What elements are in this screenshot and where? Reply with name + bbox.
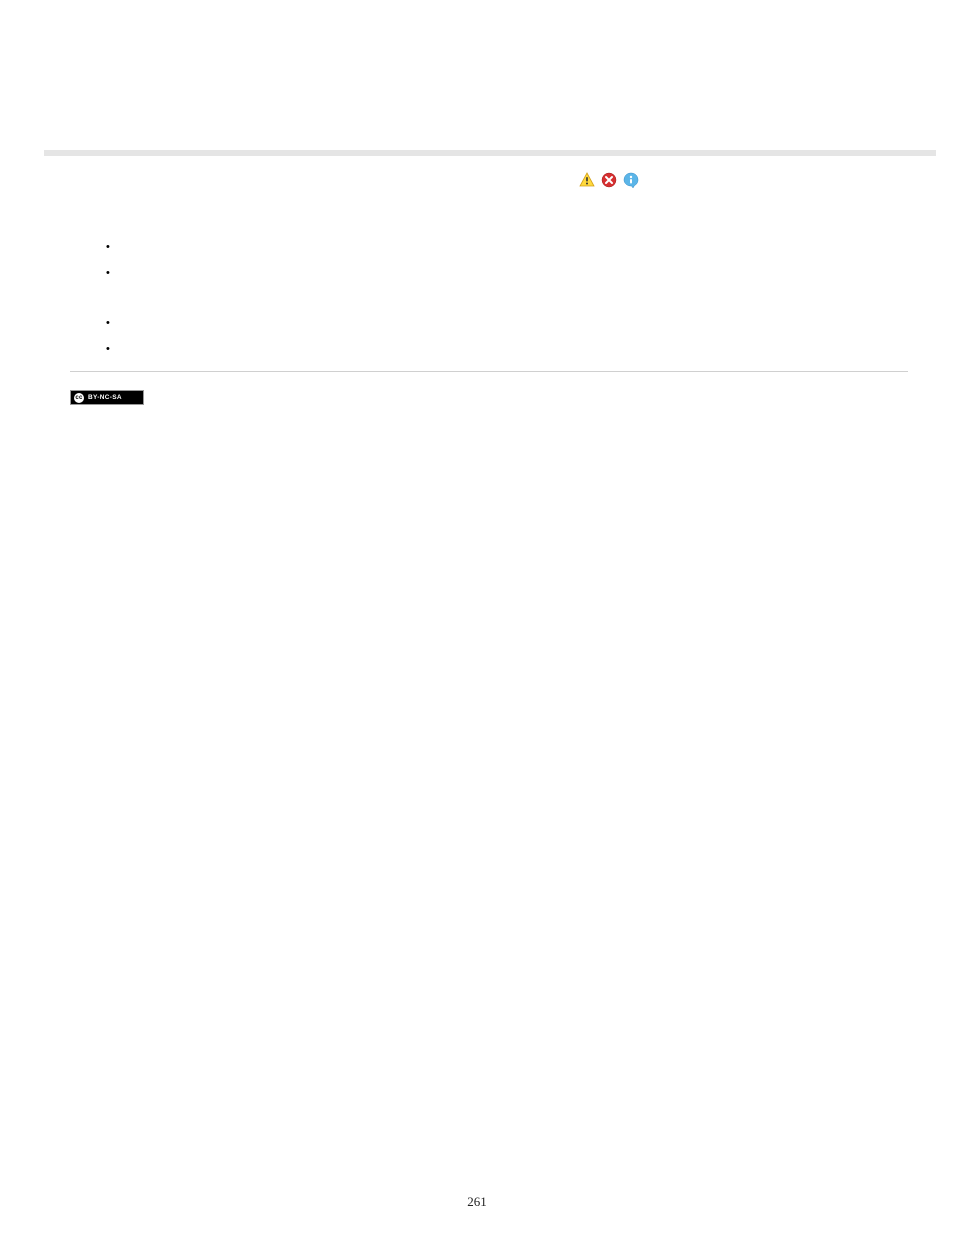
cc-license-badge: cc BY-NC-SA [70, 390, 144, 405]
list-item [106, 319, 936, 331]
info-icon [623, 172, 639, 188]
cc-logo-icon: cc [74, 393, 84, 403]
horizontal-rule [70, 371, 908, 372]
list-item [106, 243, 936, 255]
list-item [106, 269, 936, 281]
bullet-list-section [106, 243, 936, 357]
bullet-group-1 [106, 243, 936, 281]
page-number: 261 [467, 1194, 487, 1210]
bullet-group-2 [106, 319, 936, 357]
error-icon [601, 172, 617, 188]
section-separator [44, 150, 936, 156]
list-item [106, 345, 936, 357]
status-icons-row [579, 172, 936, 188]
page-content: cc BY-NC-SA [0, 0, 954, 410]
cc-license-text: BY-NC-SA [88, 394, 122, 401]
warning-icon [579, 172, 595, 188]
